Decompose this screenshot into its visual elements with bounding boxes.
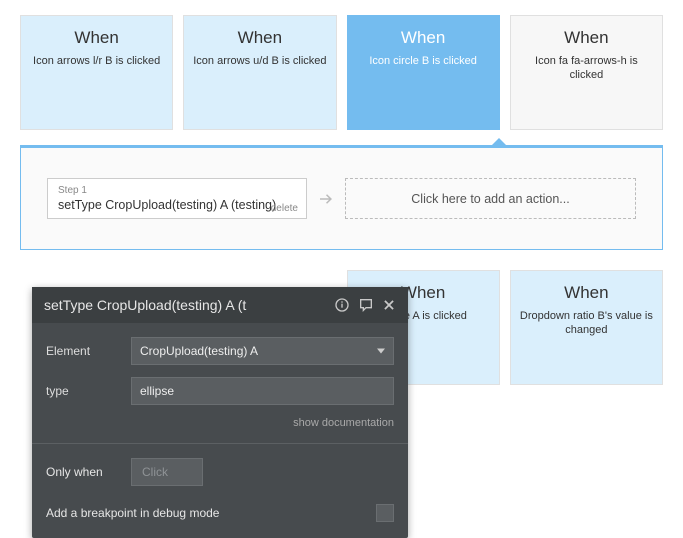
only-when-label: Only when — [46, 465, 131, 479]
type-value: ellipse — [140, 384, 174, 398]
element-value: CropUpload(testing) A — [140, 344, 258, 358]
events-row-1: When Icon arrows l/r B is clicked When I… — [20, 15, 663, 130]
step-title: setType CropUpload(testing) A (testing) — [58, 198, 296, 212]
step-delete-link[interactable]: delete — [271, 203, 298, 214]
only-when-input[interactable]: Click — [131, 458, 203, 486]
prop-row-type: type ellipse — [46, 377, 394, 405]
breakpoint-label: Add a breakpoint in debug mode — [46, 506, 219, 520]
event-desc: Icon fa fa-arrows-h is clicked — [519, 54, 654, 83]
element-dropdown[interactable]: CropUpload(testing) A — [131, 337, 394, 365]
event-card-arrows-ud[interactable]: When Icon arrows u/d B is clicked — [183, 15, 336, 130]
event-desc: Icon circle B is clicked — [356, 54, 491, 68]
event-title: When — [192, 28, 327, 48]
add-action-button[interactable]: Click here to add an action... — [345, 178, 636, 219]
event-title: When — [29, 28, 164, 48]
workflow-inner: Step 1 setType CropUpload(testing) A (te… — [47, 178, 636, 219]
panel-header-icons — [334, 297, 396, 313]
comment-icon[interactable] — [358, 297, 374, 313]
event-card-dropdown-ratio[interactable]: When Dropdown ratio B's value is changed — [510, 270, 663, 385]
breakpoint-row: Add a breakpoint in debug mode — [46, 504, 394, 522]
element-label: Element — [46, 344, 131, 358]
event-title: When — [356, 28, 491, 48]
event-desc: Icon arrows l/r B is clicked — [29, 54, 164, 68]
divider — [32, 443, 408, 444]
event-desc: Icon arrows u/d B is clicked — [192, 54, 327, 68]
step-label: Step 1 — [58, 185, 296, 196]
event-title: When — [519, 28, 654, 48]
info-icon[interactable] — [334, 297, 350, 313]
event-card-circle-b[interactable]: When Icon circle B is clicked — [347, 15, 500, 130]
event-card-fa-arrows-h[interactable]: When Icon fa fa-arrows-h is clicked — [510, 15, 663, 130]
arrow-right-icon — [317, 178, 335, 219]
event-desc: Dropdown ratio B's value is changed — [519, 309, 654, 338]
workflow-panel: Step 1 setType CropUpload(testing) A (te… — [20, 145, 663, 250]
close-icon[interactable] — [382, 298, 396, 312]
event-card-arrows-lr[interactable]: When Icon arrows l/r B is clicked — [20, 15, 173, 130]
prop-row-only-when: Only when Click — [46, 458, 394, 486]
panel-body: Element CropUpload(testing) A type ellip… — [32, 323, 408, 538]
chevron-down-icon — [377, 349, 385, 354]
action-properties-panel[interactable]: setType CropUpload(testing) A (t Element… — [32, 287, 408, 538]
panel-title: setType CropUpload(testing) A (t — [44, 297, 334, 313]
type-input[interactable]: ellipse — [131, 377, 394, 405]
type-label: type — [46, 384, 131, 398]
prop-row-element: Element CropUpload(testing) A — [46, 337, 394, 365]
event-title: When — [519, 283, 654, 303]
add-action-label: Click here to add an action... — [411, 192, 569, 206]
workflow-step-1[interactable]: Step 1 setType CropUpload(testing) A (te… — [47, 178, 307, 219]
breakpoint-checkbox[interactable] — [376, 504, 394, 522]
show-documentation-link[interactable]: show documentation — [46, 417, 394, 429]
only-when-placeholder: Click — [142, 465, 168, 479]
panel-header[interactable]: setType CropUpload(testing) A (t — [32, 287, 408, 323]
panel-pointer-icon — [489, 138, 509, 148]
